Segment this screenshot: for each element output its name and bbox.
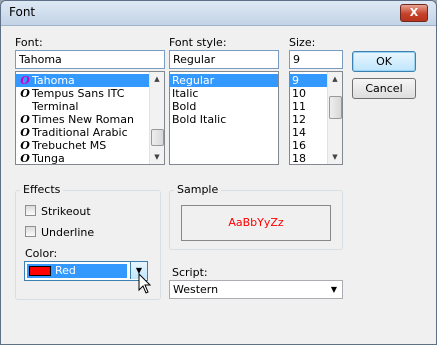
style-list-item-label: Italic xyxy=(172,87,199,100)
dialog-body: Font: Tahoma O Tahoma O Tempus Sans ITC Term… xyxy=(7,29,431,339)
font-list-item-label: Tempus Sans ITC xyxy=(32,87,125,100)
style-list-item[interactable]: Bold Italic xyxy=(170,113,278,126)
font-label: Font: xyxy=(15,36,43,49)
size-label: Size: xyxy=(289,36,316,49)
dialog-title: Font xyxy=(9,5,36,19)
size-input[interactable]: 9 xyxy=(289,50,343,69)
underline-label: Underline xyxy=(41,226,95,239)
size-list-item-label: 10 xyxy=(292,87,306,100)
font-type-icon: O xyxy=(20,74,30,87)
style-list-item[interactable]: Italic xyxy=(170,87,278,100)
font-list-item-label: Times New Roman xyxy=(32,113,134,126)
font-list-item[interactable]: O Tahoma xyxy=(16,74,164,87)
font-dialog: Font X Font: Tahoma O Tahoma O Tempus Sans … xyxy=(0,0,437,345)
font-list-item-label: Trebuchet MS xyxy=(32,139,107,152)
mouse-pointer-icon xyxy=(138,273,152,294)
font-type-icon: O xyxy=(20,113,30,126)
scroll-thumb[interactable] xyxy=(151,129,164,146)
font-list-item-label: Traditional Arabic xyxy=(32,126,128,139)
style-list-item[interactable]: Regular xyxy=(170,74,278,87)
title-bar: Font X xyxy=(1,1,436,26)
size-list-item-label: 18 xyxy=(292,152,306,165)
size-list-item-label: 11 xyxy=(292,100,306,113)
size-list-item-label: 12 xyxy=(292,113,306,126)
font-list-item[interactable]: O Tempus Sans ITC xyxy=(16,87,164,100)
style-list-item-label: Regular xyxy=(172,74,215,87)
chevron-down-icon[interactable]: ▼ xyxy=(326,281,342,298)
sample-preview: AaBbYyZz xyxy=(181,205,331,241)
size-list-item-label: 16 xyxy=(292,139,306,152)
font-style-label: Font style: xyxy=(169,36,227,49)
color-select[interactable]: Red ▼ xyxy=(24,261,148,281)
font-list-item[interactable]: Terminal xyxy=(16,100,164,113)
color-label: Color: xyxy=(25,247,58,260)
style-list-item[interactable]: Bold xyxy=(170,100,278,113)
size-list-scrollbar[interactable]: ▲ ▼ xyxy=(327,72,342,164)
font-list-item-label: Terminal xyxy=(32,100,79,113)
style-list-item-label: Bold Italic xyxy=(172,113,227,126)
cancel-button[interactable]: Cancel xyxy=(352,78,416,99)
font-list-item[interactable]: O Traditional Arabic xyxy=(16,126,164,139)
scroll-down-icon[interactable]: ▼ xyxy=(150,150,164,164)
strikeout-checkbox[interactable] xyxy=(25,205,36,216)
style-list-item-label: Bold xyxy=(172,100,197,113)
close-button[interactable]: X xyxy=(400,4,428,22)
underline-checkbox[interactable] xyxy=(25,226,36,237)
script-label: Script: xyxy=(172,266,208,279)
script-value: Western xyxy=(173,283,219,296)
color-value: Red xyxy=(55,264,76,277)
strikeout-label: Strikeout xyxy=(41,205,91,218)
font-name-input[interactable]: Tahoma xyxy=(15,50,165,69)
scroll-up-icon[interactable]: ▲ xyxy=(150,72,164,86)
font-type-icon: O xyxy=(20,139,30,152)
effects-title: Effects xyxy=(20,183,64,196)
font-list[interactable]: O Tahoma O Tempus Sans ITC Terminal O Times Ne… xyxy=(15,71,165,165)
font-list-item[interactable]: O Trebuchet MS xyxy=(16,139,164,152)
font-type-icon: O xyxy=(20,152,30,165)
size-list-item-label: 9 xyxy=(292,74,299,87)
font-list-item-label: Tahoma xyxy=(32,74,75,87)
font-style-input[interactable]: Regular xyxy=(169,50,279,69)
size-list-item-label: 14 xyxy=(292,126,306,139)
sample-title: Sample xyxy=(174,183,222,196)
font-type-icon: O xyxy=(20,126,30,139)
font-style-list[interactable]: Regular Italic Bold Bold Italic xyxy=(169,71,279,165)
scroll-up-icon[interactable]: ▲ xyxy=(328,72,342,86)
ok-button[interactable]: OK xyxy=(352,51,416,72)
font-list-item[interactable]: O Tunga xyxy=(16,152,164,165)
sample-text: AaBbYyZz xyxy=(228,216,284,229)
color-swatch xyxy=(29,266,51,276)
font-list-item-label: Tunga xyxy=(32,152,65,165)
scroll-thumb[interactable] xyxy=(329,96,342,119)
font-list-item[interactable]: O Times New Roman xyxy=(16,113,164,126)
font-type-icon: O xyxy=(20,87,30,100)
font-list-scrollbar[interactable]: ▲ ▼ xyxy=(149,72,164,164)
scroll-down-icon[interactable]: ▼ xyxy=(328,150,342,164)
script-select[interactable]: Western ▼ xyxy=(169,280,343,299)
size-list[interactable]: 9 10 11 12 14 16 18 ▲ ▼ xyxy=(289,71,343,165)
